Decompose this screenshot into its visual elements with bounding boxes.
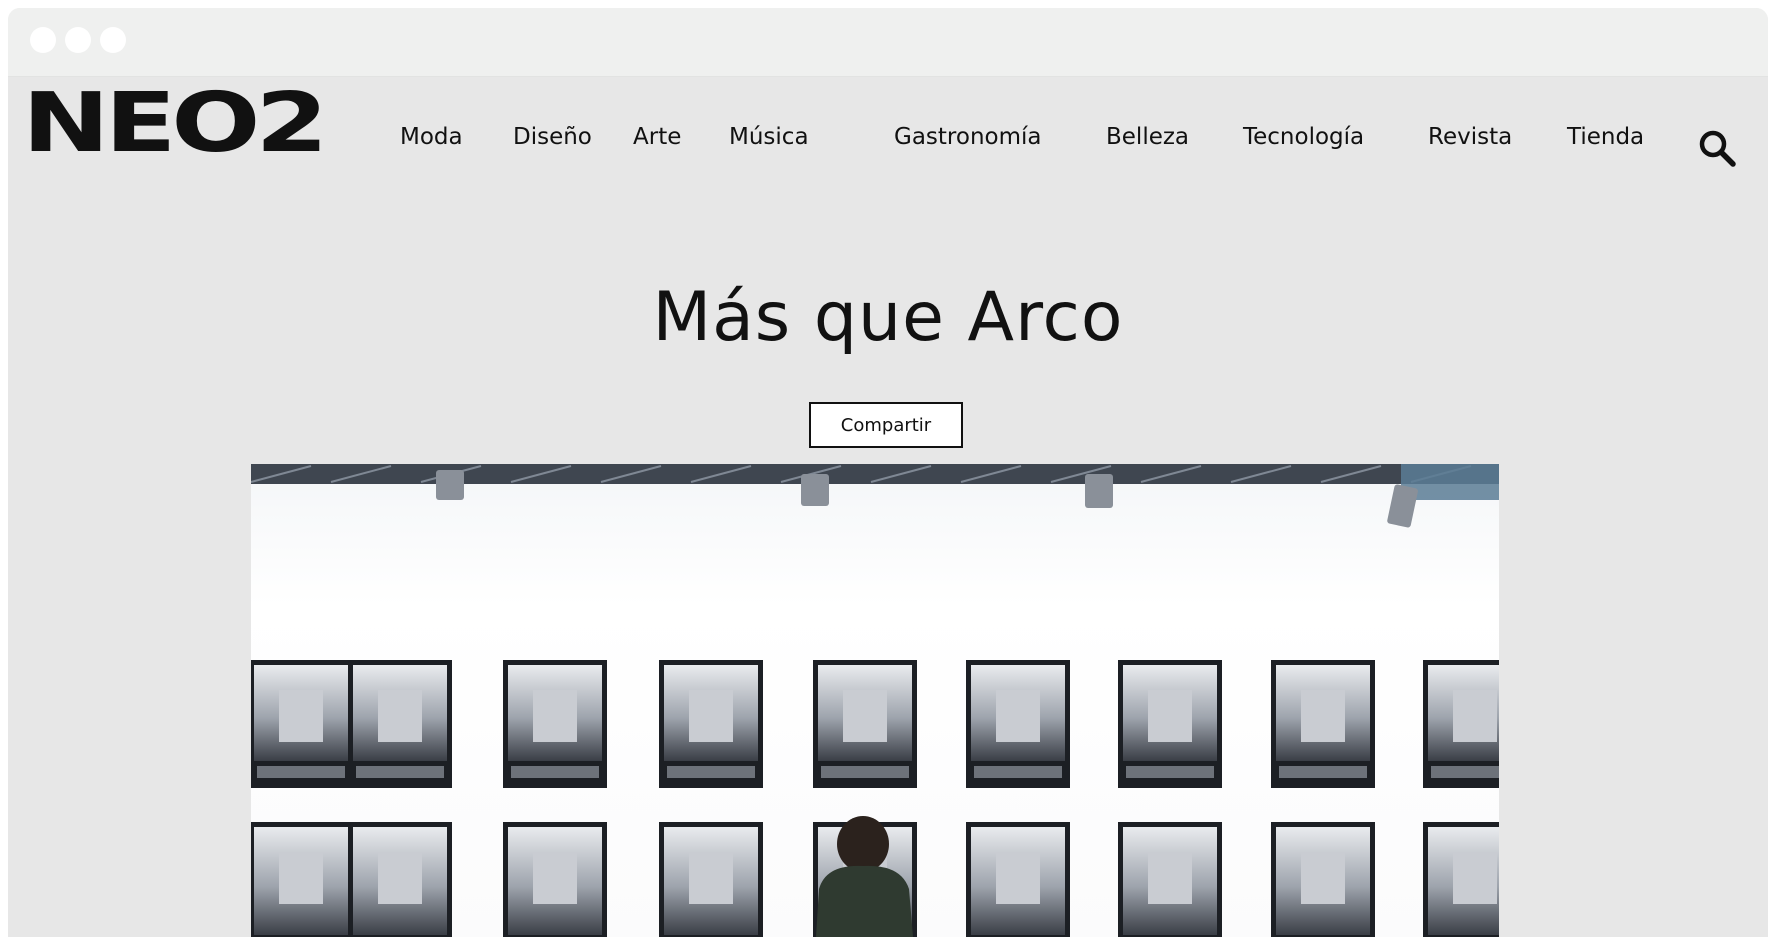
portrait-caption: [257, 766, 345, 778]
nav-item-musica[interactable]: Música: [729, 124, 809, 150]
window-chrome: [8, 8, 1768, 77]
blurred-face: [1301, 690, 1345, 742]
hero-image: [251, 464, 1499, 937]
nav-item-revista[interactable]: Revista: [1428, 124, 1512, 150]
nav-item-diseno[interactable]: Diseño: [513, 124, 592, 150]
window-minimize-button[interactable]: [65, 27, 91, 53]
window-close-button[interactable]: [30, 27, 56, 53]
blurred-face: [378, 852, 422, 904]
portrait-caption: [667, 766, 755, 778]
blurred-face: [279, 690, 323, 742]
blurred-face: [533, 690, 577, 742]
portrait-caption: [974, 766, 1062, 778]
blurred-face: [843, 690, 887, 742]
blurred-face: [1301, 852, 1345, 904]
search-icon: [1699, 130, 1736, 167]
nav-item-gastronomia[interactable]: Gastronomía: [894, 124, 1041, 150]
article-title: Más que Arco: [652, 278, 1124, 357]
portrait-caption: [511, 766, 599, 778]
nav-item-belleza[interactable]: Belleza: [1106, 124, 1189, 150]
blurred-face: [1453, 852, 1497, 904]
blurred-face: [689, 690, 733, 742]
nav-item-moda[interactable]: Moda: [400, 124, 463, 150]
portrait-caption: [1279, 766, 1367, 778]
search-button[interactable]: [1696, 127, 1740, 171]
blurred-face: [1453, 690, 1497, 742]
portrait-caption: [1431, 766, 1499, 778]
portrait-caption: [356, 766, 444, 778]
blurred-face: [689, 852, 733, 904]
blurred-face: [378, 690, 422, 742]
nav-item-arte[interactable]: Arte: [633, 124, 681, 150]
share-button[interactable]: Compartir: [809, 402, 963, 448]
nav-item-tienda[interactable]: Tienda: [1567, 124, 1644, 150]
site-logo[interactable]: NEO2: [22, 80, 328, 168]
gallery-photo: [251, 464, 1499, 937]
blurred-face: [533, 852, 577, 904]
portrait-caption: [821, 766, 909, 778]
blurred-face: [279, 852, 323, 904]
blurred-face: [1148, 852, 1192, 904]
blurred-face: [1148, 690, 1192, 742]
portrait-caption: [1126, 766, 1214, 778]
nav-item-tecnologia[interactable]: Tecnología: [1243, 124, 1364, 150]
window-maximize-button[interactable]: [100, 27, 126, 53]
site-header: NEO2 Moda Diseño Arte Música Gastronomía…: [8, 77, 1768, 187]
browser-window: NEO2 Moda Diseño Arte Música Gastronomía…: [8, 8, 1768, 937]
blurred-face: [996, 690, 1040, 742]
blurred-face: [996, 852, 1040, 904]
